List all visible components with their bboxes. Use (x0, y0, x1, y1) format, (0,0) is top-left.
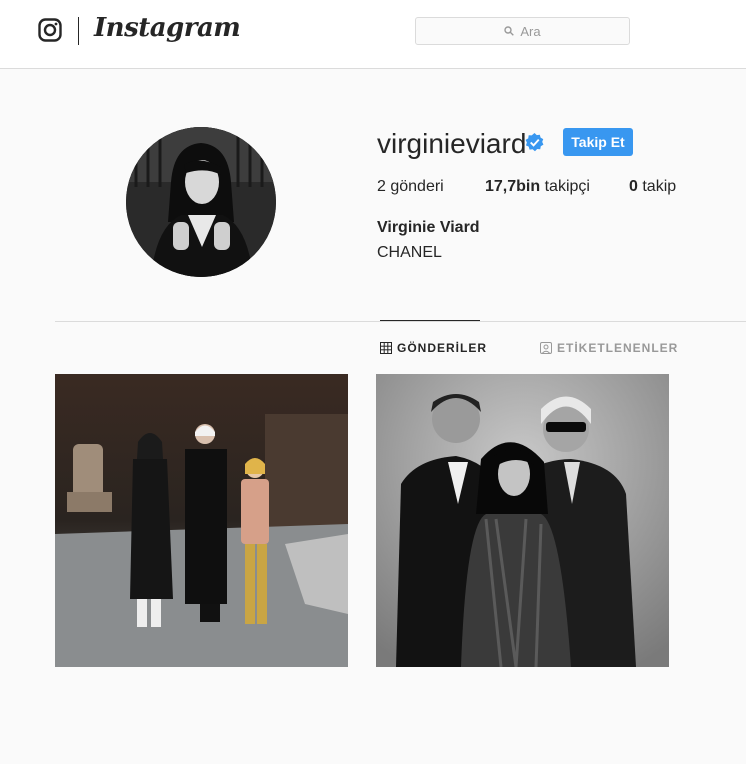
post-image-portrait (376, 374, 669, 667)
following-count: 0 (629, 178, 638, 195)
active-tab-indicator (380, 320, 480, 321)
tab-tagged[interactable]: ETİKETLENENLER (540, 341, 678, 355)
posts-count: 2 (377, 178, 386, 195)
follow-button[interactable]: Takip Et (563, 128, 633, 156)
post-thumbnail-2[interactable] (376, 374, 669, 667)
followers-count: 17,7bin (485, 178, 541, 195)
top-navigation-bar: Instagram Ara (0, 0, 746, 69)
profile-username: virginieviard (377, 128, 527, 159)
posts-count-stat[interactable]: 2 gönderi (377, 178, 444, 196)
post-image-runway (55, 374, 348, 667)
following-label: takip (642, 178, 677, 195)
tab-posts-label: GÖNDERİLER (397, 341, 488, 355)
search-input[interactable]: Ara (415, 17, 630, 45)
logo-divider (78, 17, 79, 45)
search-icon (504, 26, 515, 36)
followers-label: takipçi (544, 178, 590, 195)
avatar-photo (126, 127, 276, 277)
instagram-wordmark[interactable]: Instagram (94, 13, 241, 43)
grid-icon (380, 342, 392, 354)
following-count-stat[interactable]: 0 takip (629, 178, 676, 196)
post-thumbnail-1[interactable] (55, 374, 348, 667)
profile-full-name: Virginie Viard (377, 219, 480, 236)
instagram-glyph-icon[interactable] (38, 18, 62, 42)
posts-label: gönderi (390, 178, 444, 195)
profile-tabs-divider (55, 321, 746, 322)
tab-posts[interactable]: GÖNDERİLER (380, 341, 487, 355)
search-placeholder: Ara (520, 23, 541, 39)
profile-bio: CHANEL (377, 244, 442, 261)
verified-badge-icon (525, 133, 544, 152)
tab-tagged-label: ETİKETLENENLER (557, 341, 679, 355)
followers-count-stat[interactable]: 17,7bin takipçi (485, 178, 590, 196)
profile-avatar[interactable] (126, 127, 276, 277)
tagged-icon (540, 342, 552, 354)
